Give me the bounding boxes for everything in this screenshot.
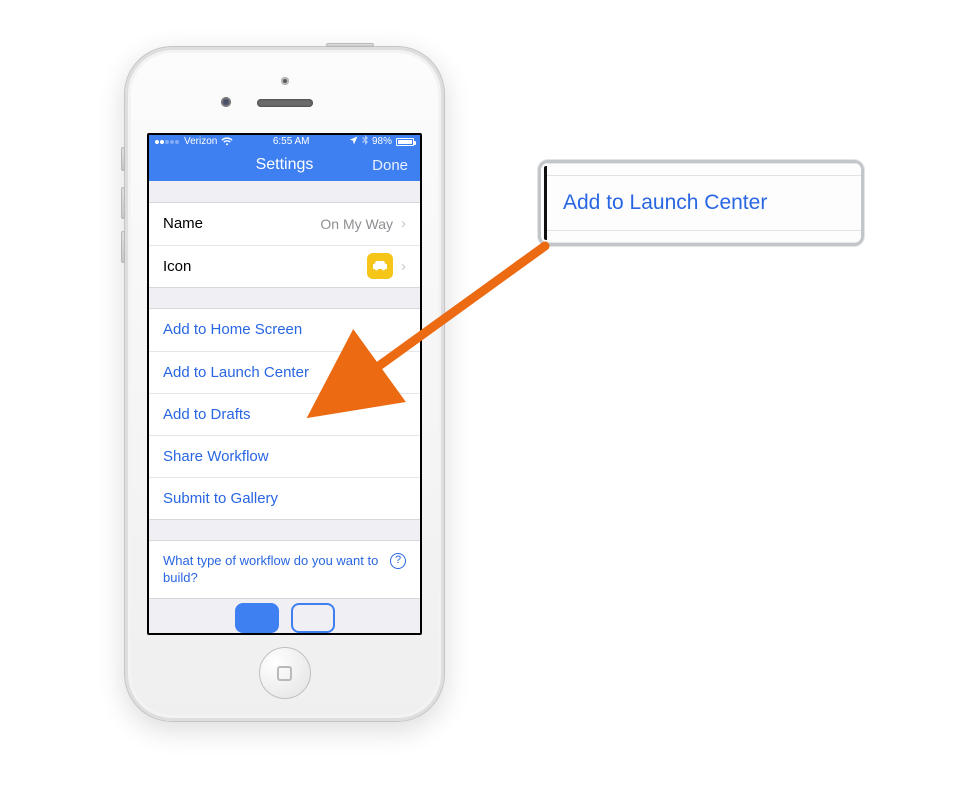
wifi-icon <box>221 137 233 146</box>
earpiece <box>257 99 313 107</box>
add-to-home-screen[interactable]: Add to Home Screen <box>149 309 420 351</box>
type-chip-selected[interactable] <box>235 603 279 633</box>
share-workflow[interactable]: Share Workflow <box>149 435 420 477</box>
page-title: Settings <box>256 156 314 174</box>
name-row[interactable]: Name On My Way › <box>149 203 420 245</box>
section-gap <box>149 181 420 201</box>
form-group: Name On My Way › Icon › <box>149 202 420 288</box>
car-icon <box>367 253 393 279</box>
submit-to-gallery[interactable]: Submit to Gallery <box>149 477 420 519</box>
icon-row[interactable]: Icon › <box>149 245 420 287</box>
clock: 6:55 AM <box>273 136 310 147</box>
actions-group: Add to Home Screen Add to Launch Center … <box>149 308 420 520</box>
chevron-right-icon: › <box>401 215 406 232</box>
section-gap <box>149 520 420 540</box>
carrier-label: Verizon <box>184 136 217 147</box>
home-square-icon <box>277 666 292 681</box>
add-to-launch-center[interactable]: Add to Launch Center <box>149 351 420 393</box>
name-value: On My Way › <box>320 215 406 232</box>
bluetooth-icon <box>362 135 368 148</box>
icon-row-value: › <box>367 253 406 279</box>
add-to-drafts[interactable]: Add to Drafts <box>149 393 420 435</box>
nav-bar: Settings Done <box>149 149 420 182</box>
help-group: What type of workflow do you want to bui… <box>149 540 420 599</box>
help-text: What type of workflow do you want to bui… <box>163 552 384 587</box>
status-bar-left: Verizon <box>155 136 233 147</box>
action-label: Add to Home Screen <box>163 321 302 338</box>
action-label: Submit to Gallery <box>163 490 278 507</box>
action-label: Share Workflow <box>163 448 269 465</box>
screen: Verizon 6:55 AM 98% Setting <box>147 133 422 635</box>
status-bar: Verizon 6:55 AM 98% <box>149 135 420 149</box>
mute-switch <box>121 147 125 171</box>
home-button[interactable] <box>259 647 311 699</box>
volume-up <box>121 187 125 219</box>
action-label: Add to Drafts <box>163 406 251 423</box>
type-chip[interactable] <box>291 603 335 633</box>
callout-row[interactable]: Add to Launch Center <box>547 175 861 231</box>
name-label: Name <box>163 215 203 232</box>
power-button <box>326 43 374 47</box>
section-gap <box>149 288 420 308</box>
workflow-type-chips <box>149 599 420 633</box>
help-icon: ? <box>390 553 406 569</box>
status-bar-right: 98% <box>349 135 414 148</box>
iphone-device: Verizon 6:55 AM 98% Setting <box>124 46 445 722</box>
callout-text: Add to Launch Center <box>563 191 767 215</box>
battery-icon <box>396 138 414 146</box>
callout-panel: Add to Launch Center <box>538 160 864 246</box>
help-row[interactable]: What type of workflow do you want to bui… <box>149 541 420 598</box>
signal-dots-icon <box>155 136 180 147</box>
icon-label: Icon <box>163 258 191 275</box>
chevron-right-icon: › <box>401 258 406 275</box>
action-label: Add to Launch Center <box>163 364 309 381</box>
done-button[interactable]: Done <box>372 149 408 182</box>
location-icon <box>349 136 358 148</box>
proximity-sensor <box>281 77 289 85</box>
volume-down <box>121 231 125 263</box>
front-camera <box>221 97 231 107</box>
battery-pct: 98% <box>372 136 392 147</box>
